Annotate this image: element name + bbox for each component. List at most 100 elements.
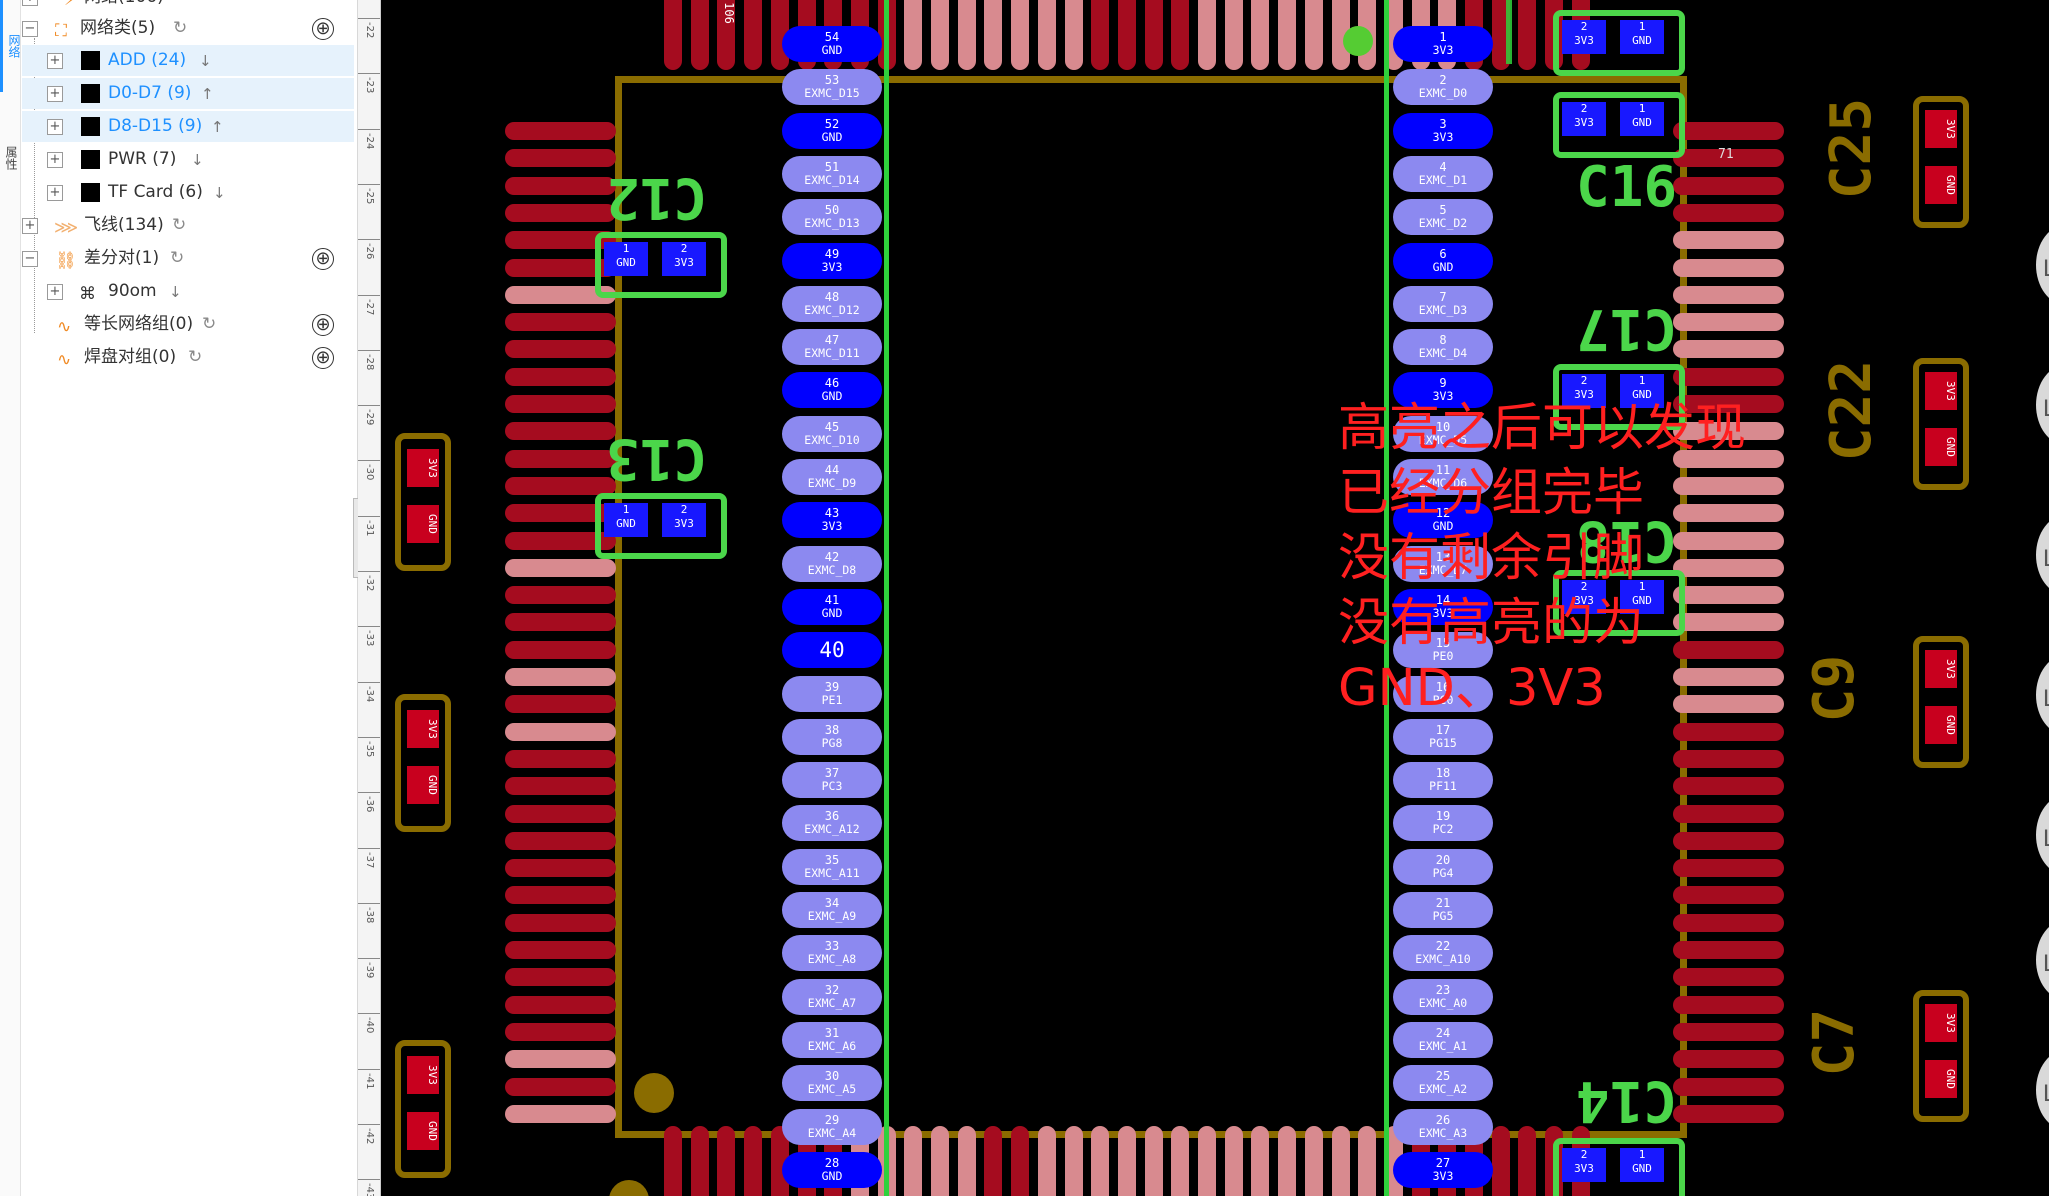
ic-pin[interactable]: [1144, 1126, 1163, 1196]
capacitor-pad[interactable]: 2 3V3: [662, 242, 706, 276]
capacitor-pad[interactable]: 3V3: [1925, 650, 1957, 688]
capacitor-pad[interactable]: 2 3V3: [1562, 20, 1606, 54]
tree-row-diff-pair[interactable]: − ⛓ 差分对(1) ↻ ⊕: [22, 243, 354, 274]
color-swatch[interactable]: [81, 84, 100, 103]
pad[interactable]: 3 3V3: [1393, 112, 1493, 149]
add-icon[interactable]: ⊕: [312, 347, 334, 369]
ic-pin[interactable]: [1673, 995, 1784, 1014]
ic-pin[interactable]: [1673, 722, 1784, 741]
capacitor-pad[interactable]: 1 GND: [1620, 1148, 1664, 1182]
ic-pin[interactable]: [1518, 1126, 1537, 1196]
ic-pin[interactable]: [1171, 1126, 1190, 1196]
pad[interactable]: 2 EXMC_D0: [1393, 69, 1493, 106]
sort-icon[interactable]: ↓: [199, 46, 212, 77]
add-icon[interactable]: ⊕: [312, 314, 334, 336]
ic-pin[interactable]: [1224, 1126, 1243, 1196]
ic-pin[interactable]: [505, 859, 616, 878]
ic-pin[interactable]: [904, 1126, 923, 1196]
pad[interactable]: 22 EXMC_A10: [1393, 935, 1493, 972]
ic-pin[interactable]: [505, 476, 616, 495]
tree-row-nets[interactable]: + ⚡ 网络(106): [22, 0, 354, 13]
pad[interactable]: 21 PG5: [1393, 892, 1493, 928]
ic-pin[interactable]: [505, 722, 616, 741]
capacitor-pad[interactable]: GND: [1925, 428, 1957, 466]
ic-pin[interactable]: [505, 668, 616, 686]
ic-pin[interactable]: [1673, 886, 1784, 905]
ic-pin[interactable]: [1673, 941, 1784, 959]
expand-icon[interactable]: +: [47, 119, 63, 135]
ic-pin[interactable]: [1091, 0, 1110, 70]
ic-pin[interactable]: [744, 1126, 763, 1196]
tree-row-net-class[interactable]: − ⛶ 网络类(5) ↻ ⊕: [22, 13, 354, 44]
ic-pin[interactable]: [1251, 0, 1270, 70]
ic-pin[interactable]: [984, 1126, 1003, 1196]
tree-row-pad-pair[interactable]: ∿ 焊盘对组(0) ↻ ⊕: [22, 342, 354, 373]
capacitor-pad[interactable]: 2 3V3: [1562, 102, 1606, 136]
add-icon[interactable]: ⊕: [312, 248, 334, 270]
ic-pin[interactable]: [664, 0, 682, 70]
pad[interactable]: 20 PG4: [1393, 848, 1493, 885]
refresh-icon[interactable]: ↻: [188, 342, 202, 373]
tree-row-net-class-add[interactable]: + ADD (24) ↓: [22, 45, 354, 76]
capacitor-pad[interactable]: 3V3: [407, 449, 439, 487]
tab-properties[interactable]: 属性: [0, 128, 20, 188]
refresh-icon[interactable]: ↻: [170, 243, 184, 274]
sort-icon[interactable]: ↓: [213, 178, 226, 209]
expand-icon[interactable]: +: [22, 0, 38, 6]
ic-pin[interactable]: [1518, 0, 1537, 70]
tab-nets[interactable]: 网络: [0, 0, 23, 92]
expand-icon[interactable]: +: [47, 284, 63, 300]
capacitor-pad[interactable]: 3V3: [1925, 1004, 1957, 1042]
color-swatch[interactable]: [81, 51, 100, 70]
ic-pin[interactable]: [505, 804, 616, 823]
ic-pin[interactable]: [1331, 1126, 1350, 1196]
refresh-icon[interactable]: ↻: [172, 210, 186, 241]
ic-pin[interactable]: [1673, 1104, 1784, 1123]
ic-pin[interactable]: [1064, 0, 1083, 70]
sort-icon[interactable]: ↓: [191, 145, 204, 176]
ic-pin[interactable]: [505, 203, 616, 222]
ic-pin[interactable]: [1117, 1126, 1136, 1196]
ic-pin[interactable]: [505, 968, 616, 987]
pad[interactable]: 38 PG8: [782, 718, 882, 755]
pad[interactable]: 32 EXMC_A7: [782, 978, 882, 1015]
pad[interactable]: 51 EXMC_D14: [782, 155, 882, 192]
pad[interactable]: 50 EXMC_D13: [782, 199, 882, 236]
ic-pin[interactable]: [931, 0, 949, 70]
pad[interactable]: 29 EXMC_A4: [782, 1108, 882, 1145]
pad[interactable]: 34 EXMC_A9: [782, 892, 882, 928]
pad[interactable]: 46 GND: [782, 372, 882, 409]
pad[interactable]: 37 PC3: [782, 762, 882, 799]
ic-pin[interactable]: [505, 149, 616, 168]
collapse-icon[interactable]: −: [22, 21, 38, 37]
ic-pin[interactable]: [505, 777, 616, 796]
tree-row-net-class-pwr[interactable]: + PWR (7) ↓: [22, 144, 354, 175]
capacitor-pad[interactable]: 3V3: [407, 710, 439, 748]
ic-pin[interactable]: [1673, 859, 1784, 878]
ic-pin[interactable]: [505, 995, 616, 1014]
capacitor-pad[interactable]: GND: [1925, 706, 1957, 744]
ic-pin[interactable]: [1673, 777, 1784, 796]
ic-pin[interactable]: [505, 586, 616, 605]
pcb-canvas[interactable]: 106 71 54 GND 53 EXMC_D15 52 GND 51 EXMC_D14 50 E…: [381, 0, 2049, 1196]
pad[interactable]: 36 EXMC_A12: [782, 805, 882, 842]
ic-pin[interactable]: [1224, 0, 1243, 70]
pad[interactable]: 5 EXMC_D2: [1393, 199, 1493, 236]
pad[interactable]: 28 GND: [782, 1151, 882, 1188]
ic-pin[interactable]: [1037, 0, 1056, 70]
sort-icon[interactable]: ↓: [169, 277, 182, 308]
capacitor-pad[interactable]: 3V3: [1925, 110, 1957, 148]
capacitor-pad[interactable]: 3V3: [407, 1056, 439, 1094]
pad[interactable]: 26 EXMC_A3: [1393, 1108, 1493, 1145]
ic-pin[interactable]: [1673, 340, 1784, 359]
ic-pin[interactable]: [505, 749, 616, 768]
capacitor-pad[interactable]: 1 GND: [604, 242, 648, 276]
color-swatch[interactable]: [81, 183, 100, 202]
ic-pin[interactable]: [505, 395, 616, 413]
ic-pin[interactable]: [1198, 0, 1216, 70]
ic-pin[interactable]: [505, 1077, 616, 1096]
pad[interactable]: 8 EXMC_D4: [1393, 329, 1493, 366]
via-dot[interactable]: [1343, 26, 1373, 56]
ic-pin[interactable]: [664, 1126, 682, 1196]
tree-row-net-class-d0-d7[interactable]: + D0-D7 (9) ↑: [22, 78, 354, 109]
